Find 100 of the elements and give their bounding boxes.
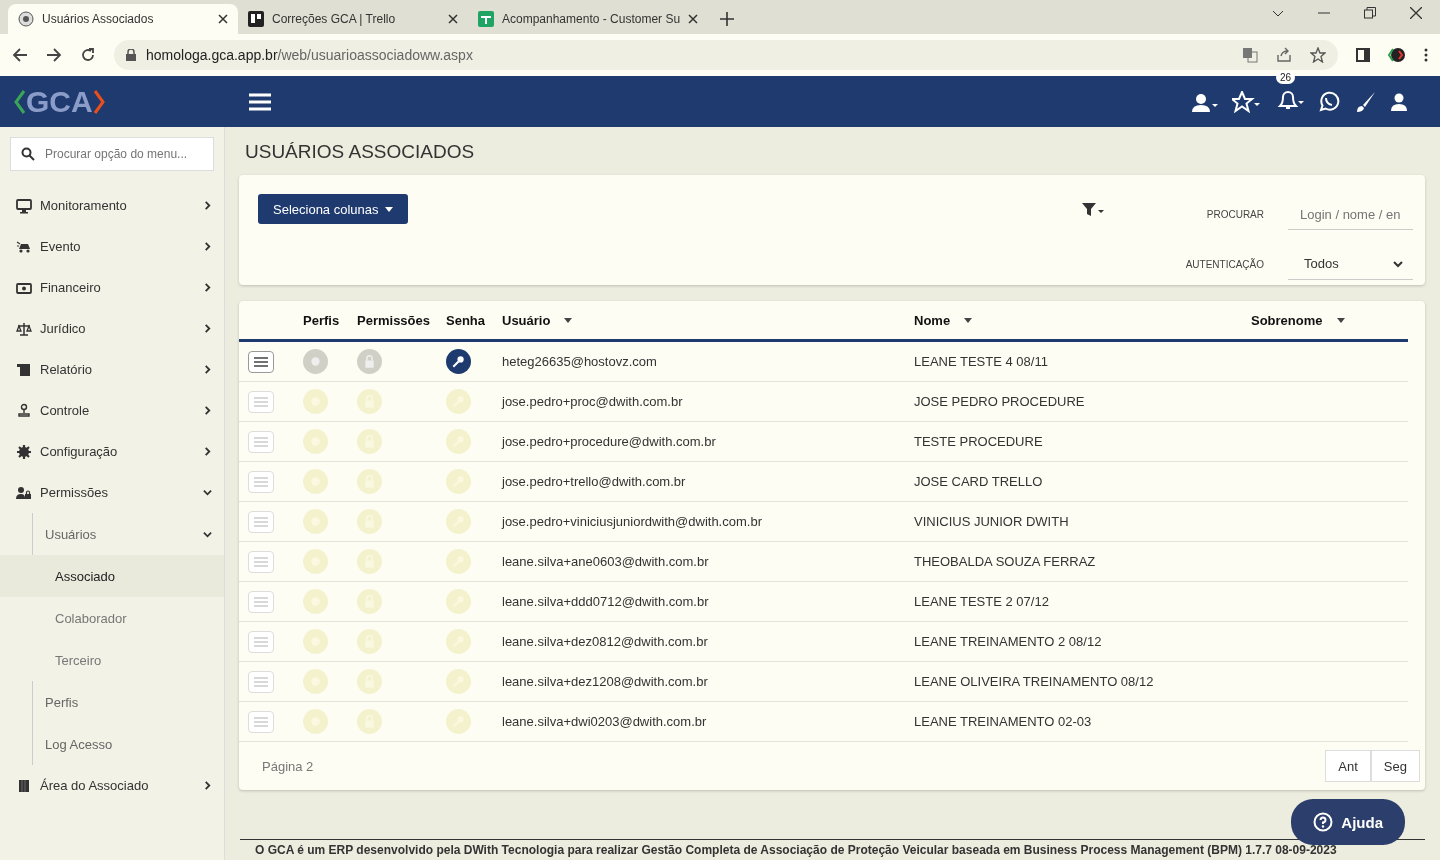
lock-icon[interactable] bbox=[357, 469, 382, 494]
sidebar-item[interactable]: Configuração bbox=[0, 431, 224, 472]
close-icon[interactable] bbox=[688, 14, 699, 24]
chevron-icon bbox=[1393, 259, 1403, 268]
lock-icon[interactable] bbox=[357, 669, 382, 694]
table-cell: leane.silva+ane0603@dwith.com.br bbox=[502, 554, 709, 569]
column-header[interactable]: Nome bbox=[914, 312, 973, 328]
sidebar-item[interactable]: Área do Associado bbox=[0, 765, 224, 806]
next-button[interactable]: Seg bbox=[1370, 750, 1420, 782]
menu-item-icon bbox=[16, 484, 32, 501]
table-cell: LEANE TESTE 2 07/12 bbox=[914, 594, 1049, 609]
back-icon[interactable] bbox=[12, 47, 28, 63]
star-icon[interactable] bbox=[1232, 90, 1262, 113]
caret-icon bbox=[384, 206, 393, 212]
lock-icon[interactable] bbox=[357, 549, 382, 574]
table-cell: VINICIUS JUNIOR DWITH bbox=[914, 514, 1069, 529]
close-icon[interactable] bbox=[448, 14, 458, 24]
lock-icon[interactable] bbox=[357, 349, 382, 374]
star-icon[interactable] bbox=[1310, 47, 1326, 63]
list-icon bbox=[254, 596, 268, 607]
sidebar-icon[interactable] bbox=[1356, 48, 1370, 62]
page-label: Página 2 bbox=[262, 758, 314, 774]
chevron-icon bbox=[203, 406, 212, 415]
row-menu-button[interactable] bbox=[248, 350, 274, 373]
help-icon bbox=[1313, 812, 1334, 832]
menu-search-field[interactable]: Procurar opção do menu... bbox=[10, 137, 214, 171]
sidebar-item[interactable]: Controle bbox=[0, 390, 224, 431]
browser-tab[interactable]: Acompanhamento - Customer Su bbox=[468, 4, 709, 34]
table-cell: LEANE TREINAMENTO 2 08/12 bbox=[914, 634, 1102, 649]
more-icon[interactable] bbox=[1424, 48, 1428, 62]
address-bar[interactable]: homologa.gca.app.br/web/usuarioassociadoww.aspx bbox=[114, 40, 1338, 70]
lock-icon[interactable] bbox=[357, 709, 382, 734]
browser-tab[interactable]: Correções GCA | Trello bbox=[238, 4, 468, 34]
menu-item-icon bbox=[16, 402, 32, 419]
help-button[interactable]: Ajuda bbox=[1291, 799, 1405, 845]
list-icon bbox=[254, 716, 268, 727]
table-cell: THEOBALDA SOUZA FERRAZ bbox=[914, 554, 1096, 569]
sort-caret-icon[interactable] bbox=[1336, 317, 1345, 323]
search-field[interactable]: Login / nome / en bbox=[1288, 199, 1413, 230]
lock-icon[interactable] bbox=[357, 429, 382, 454]
sidebar-item[interactable]: Jurídico bbox=[0, 308, 224, 349]
translate-icon[interactable] bbox=[1242, 47, 1258, 63]
list-icon bbox=[254, 356, 268, 367]
chevron-icon bbox=[203, 529, 212, 539]
chevron-icon bbox=[203, 365, 212, 374]
close-icon[interactable] bbox=[218, 14, 228, 24]
column-header[interactable]: Sobrenome bbox=[1251, 312, 1345, 328]
sidebar-item[interactable]: Financeiro bbox=[0, 267, 224, 308]
list-icon bbox=[254, 556, 268, 567]
logo[interactable]: GCA bbox=[14, 84, 249, 119]
new-tab-icon[interactable] bbox=[720, 12, 735, 26]
sidebar-subitem[interactable]: Terceiro bbox=[0, 639, 224, 681]
lock-icon[interactable] bbox=[357, 509, 382, 534]
chevron-icon bbox=[203, 781, 212, 790]
sort-caret-icon[interactable] bbox=[964, 317, 973, 323]
list-icon bbox=[254, 516, 268, 527]
close-icon[interactable] bbox=[1410, 7, 1422, 19]
sidebar-subitem[interactable]: Perfis bbox=[32, 681, 224, 723]
sidebar-subitem[interactable]: Associado bbox=[0, 555, 224, 597]
tab-favicon-icon bbox=[478, 11, 494, 27]
user-icon[interactable] bbox=[1390, 91, 1408, 112]
share-icon[interactable] bbox=[1276, 47, 1292, 63]
previous-button[interactable]: Ant bbox=[1325, 750, 1371, 782]
table-cell: LEANE TESTE 4 08/11 bbox=[914, 354, 1048, 369]
filter-icon[interactable] bbox=[1081, 202, 1106, 218]
table-cell: JOSE CARD TRELLO bbox=[914, 474, 1043, 489]
restore-icon[interactable] bbox=[1364, 7, 1376, 19]
sort-caret-icon[interactable] bbox=[564, 317, 573, 323]
field-label: PROCURAR bbox=[1205, 209, 1264, 220]
sidebar-item[interactable]: Evento bbox=[0, 226, 224, 267]
select-columns-button[interactable]: Seleciona colunas bbox=[258, 194, 408, 224]
list-icon bbox=[254, 476, 268, 487]
browser-tab[interactable]: Usuários Associados bbox=[8, 4, 238, 34]
reload-icon[interactable] bbox=[80, 47, 96, 63]
sidebar-subitem[interactable]: Log Acesso bbox=[32, 723, 224, 765]
table-cell: jose.pedro+procedure@dwith.com.br bbox=[502, 434, 716, 449]
column-header[interactable]: Senha bbox=[446, 312, 485, 328]
column-header[interactable]: Perfis bbox=[303, 312, 340, 328]
lock-icon[interactable] bbox=[357, 589, 382, 614]
chevron-icon bbox=[203, 283, 212, 292]
menu-item-icon bbox=[16, 197, 32, 214]
tab-favicon-icon bbox=[248, 11, 264, 27]
forward-icon[interactable] bbox=[46, 47, 62, 63]
lock-icon[interactable] bbox=[357, 629, 382, 654]
menu-icon[interactable] bbox=[249, 91, 271, 112]
authentication-dropdown[interactable]: Todos bbox=[1288, 248, 1413, 280]
extension-icon[interactable] bbox=[1388, 46, 1406, 64]
table-cell: jose.pedro+trello@dwith.com.br bbox=[502, 474, 686, 489]
column-header[interactable]: Usuário bbox=[502, 312, 573, 328]
sidebar-item[interactable]: Permissões bbox=[0, 472, 224, 513]
lock-icon[interactable] bbox=[357, 389, 382, 414]
sidebar-item[interactable]: Relatório bbox=[0, 349, 224, 390]
whatsapp-icon[interactable] bbox=[1318, 90, 1340, 113]
table-cell: heteg26635@hostovz.com bbox=[502, 354, 657, 369]
sidebar-subitem[interactable]: Colaborador bbox=[0, 597, 224, 639]
sidebar-item[interactable]: Monitoramento bbox=[0, 185, 224, 226]
menu-item-icon bbox=[16, 320, 32, 337]
chevron-icon bbox=[203, 488, 212, 497]
column-header[interactable]: Permissões bbox=[357, 312, 430, 328]
key-icon[interactable] bbox=[446, 349, 471, 374]
